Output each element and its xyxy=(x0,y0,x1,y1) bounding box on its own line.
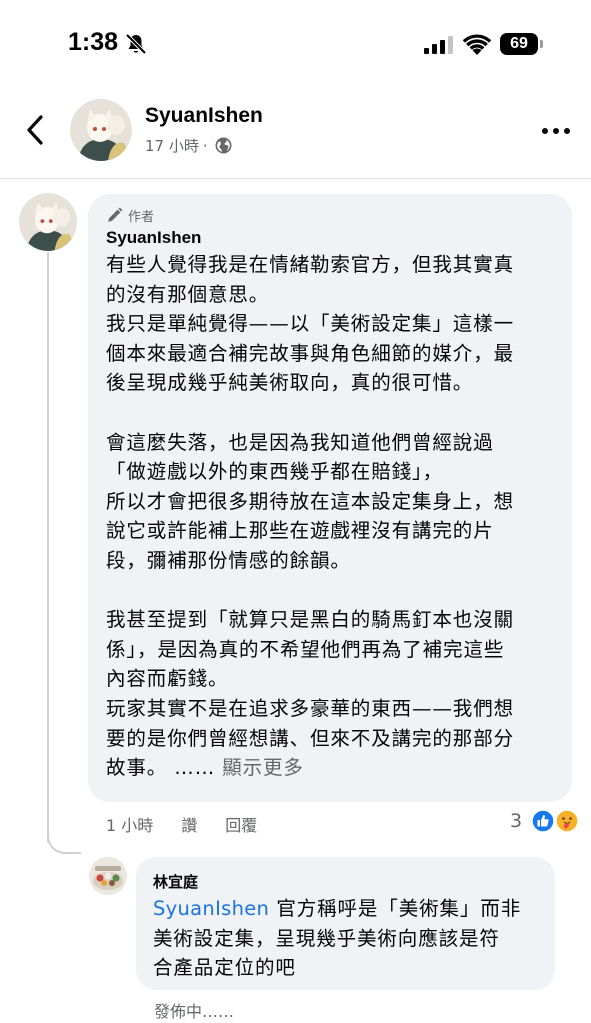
battery-icon: 69 xyxy=(500,33,544,55)
comment-line: 個本來最適合補完故事與角色細節的媒介，最 xyxy=(106,341,515,365)
more-dots-icon[interactable] xyxy=(540,126,572,136)
like-button[interactable]: 讚 xyxy=(181,812,197,836)
comment-last-line: 故事。 …… 顯示更多 xyxy=(106,753,554,783)
avatar-illustration xyxy=(70,99,132,161)
avatar-photo xyxy=(89,857,127,895)
comment-line: 我只是單純覺得——以「美術設定集」這樣一 xyxy=(106,312,515,336)
comment-line: 係」，是因為真的不希望他們再為了補完這些 xyxy=(106,637,505,661)
bell-muted-icon xyxy=(125,33,147,55)
comment-blank-line xyxy=(106,398,554,428)
reply-avatar[interactable] xyxy=(89,857,127,895)
mention-link[interactable]: SyuanIshen xyxy=(153,897,269,920)
reply-button[interactable]: 回覆 xyxy=(225,812,257,836)
header-separator: · xyxy=(202,136,208,155)
author-badge-label: 作者 xyxy=(128,209,155,225)
thread-connector xyxy=(47,830,81,854)
comment-line: 「做遊戲以外的東西幾乎都在賠錢」， xyxy=(106,460,444,484)
battery-cap xyxy=(540,40,543,48)
post-header: SyuanIshen 17 小時 · xyxy=(0,90,591,178)
header-time: 17 小時 xyxy=(145,137,199,155)
comment-line-end: 故事。 …… xyxy=(106,756,216,780)
header-meta: 17 小時 · xyxy=(145,135,232,156)
comment-actions: 1 小時 讚 回覆 xyxy=(106,812,257,836)
reply-body: SyuanIshen 官方稱呼是「美術集」而非 美術設定集，呈現幾乎美術向應該是… xyxy=(153,894,538,983)
wifi-icon xyxy=(463,34,491,55)
comment-line: 我甚至提到「就算只是黑白的騎馬釘本也沒關 xyxy=(106,608,515,632)
pencil-icon xyxy=(108,207,123,222)
comment-line: 說它或許能補上那些在遊戲裡沒有講完的片 xyxy=(106,519,494,543)
reply-author-name[interactable]: 林宜庭 xyxy=(153,871,538,892)
status-time: 1:38 xyxy=(68,28,119,56)
reply-line: SyuanIshen 官方稱呼是「美術集」而非 xyxy=(153,894,538,924)
avatar-illustration xyxy=(19,193,77,251)
reply-bubble[interactable]: 林宜庭 SyuanIshen 官方稱呼是「美術集」而非 美術設定集，呈現幾乎美術… xyxy=(136,857,555,990)
comment-author-name[interactable]: SyuanIshen xyxy=(106,228,554,248)
reaction-count[interactable]: 3 xyxy=(510,810,522,832)
header-avatar[interactable] xyxy=(70,99,132,161)
comment-line: 所以才會把很多期待放在這本設定集身上，想 xyxy=(106,489,515,513)
comment-line: 段，彌補那份情感的餘韻。 xyxy=(106,548,351,572)
header-divider xyxy=(0,178,591,179)
like-icon[interactable] xyxy=(531,809,555,833)
see-more-link[interactable]: 顯示更多 xyxy=(222,756,304,779)
comment-time: 1 小時 xyxy=(106,816,154,835)
comment-avatar[interactable] xyxy=(19,193,77,251)
comment-blank-line xyxy=(106,576,554,606)
care-icon[interactable] xyxy=(555,809,579,833)
posting-status: 發佈中…… xyxy=(154,1002,235,1021)
comment-line: 有些人覺得我是在情緒勒索官方，但我其實真 xyxy=(106,253,515,276)
back-arrow-icon[interactable] xyxy=(22,112,50,148)
signal-icon xyxy=(424,36,453,54)
comment-line: 要的是你們曾經想講、但來不及講完的那部分 xyxy=(106,726,515,750)
comment-line: 後呈現成幾乎純美術取向，真的很可惜。 xyxy=(106,371,474,395)
battery-level: 69 xyxy=(500,33,538,55)
comment-line: 會這麼失落，也是因為我知道他們曾經說過 xyxy=(106,430,494,454)
reply-line-text: 官方稱呼是「美術集」而非 xyxy=(269,897,522,920)
thread-line xyxy=(47,252,49,842)
globe-icon xyxy=(215,137,232,154)
status-bar: 1:38 69 xyxy=(0,0,591,90)
reply-line: 合產品定位的吧 xyxy=(153,956,296,980)
comment-line: 玩家其實不是在追求多豪華的東西——我們想 xyxy=(106,696,515,720)
comment-bubble[interactable]: 作者 SyuanIshen 有些人覺得我是在情緒勒索官方，但我其實真 的沒有那個… xyxy=(88,194,572,802)
comment-line: 內容而虧錢。 xyxy=(106,667,229,691)
header-author-name[interactable]: SyuanIshen xyxy=(145,104,263,128)
reply-line: 美術設定集，呈現幾乎美術向應該是符 xyxy=(153,926,500,950)
comment-line: 的沒有那個意思。 xyxy=(106,282,270,306)
author-badge: 作者 xyxy=(106,206,554,225)
comment-body: 有些人覺得我是在情緒勒索官方，但我其實真 的沒有那個意思。 我只是單純覺得——以… xyxy=(106,250,554,783)
